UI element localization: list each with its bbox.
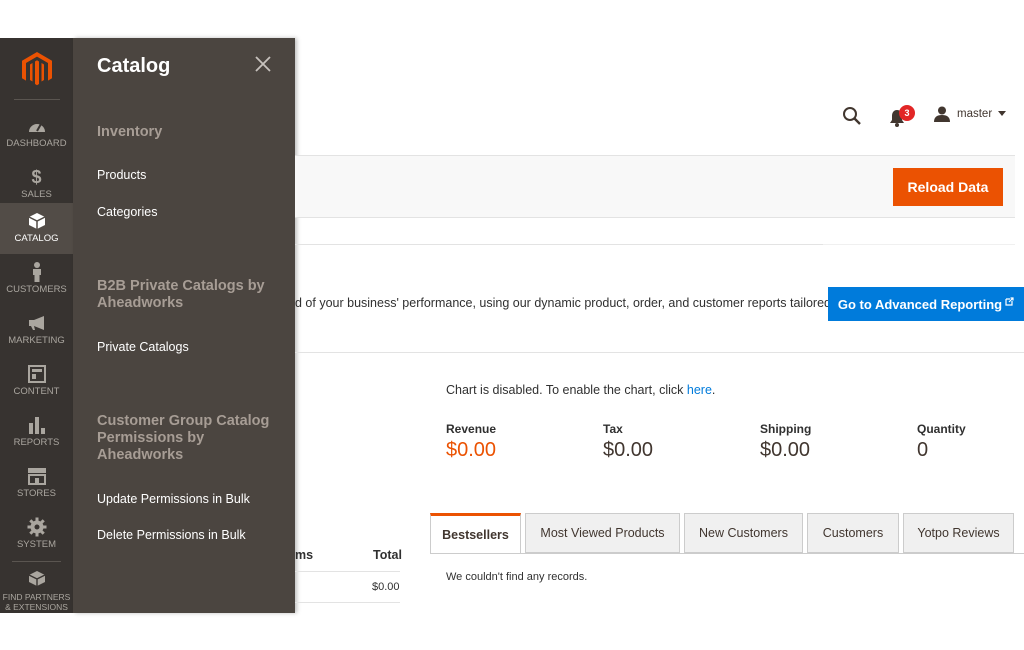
divider [823, 244, 1015, 245]
catalog-flyout-menu: Catalog Inventory Products Categories B2… [73, 38, 295, 613]
kpi-quantity: Quantity 0 [917, 422, 966, 462]
flyout-link-private-catalogs[interactable]: Private Catalogs [97, 340, 189, 354]
advanced-reporting-description: d of your business' performance, using o… [295, 296, 831, 310]
kpi-label: Revenue [446, 422, 497, 436]
nav-item-content[interactable]: CONTENT [0, 356, 73, 407]
logo-divider [14, 99, 60, 100]
nav-item-stores[interactable]: STORES [0, 458, 73, 509]
nav-item-customers[interactable]: CUSTOMERS [0, 254, 73, 305]
dashboard-icon [27, 116, 47, 136]
kpi-value: $0.00 [603, 439, 654, 461]
person-icon [27, 262, 47, 282]
kpi-value: $0.00 [760, 439, 811, 461]
nav-label: SALES [21, 189, 52, 200]
divider [295, 244, 823, 245]
table-column-header-items: ms [295, 548, 314, 562]
gear-icon [27, 517, 47, 537]
tab-customers[interactable]: Customers [807, 513, 899, 553]
admin-sidebar: DASHBOARD $ SALES CATALOG CUSTOMERS MARK… [0, 38, 73, 613]
kpi-tax: Tax $0.00 [603, 422, 653, 462]
chart-disabled-message: Chart is disabled. To enable the chart, … [446, 383, 716, 397]
kpi-shipping: Shipping $0.00 [760, 422, 811, 462]
table-divider [295, 571, 400, 572]
empty-records-message: We couldn't find any records. [446, 571, 588, 583]
nav-label: FIND PARTNERS & EXTENSIONS [2, 592, 71, 612]
kpi-label: Quantity [917, 422, 966, 436]
kpi-label: Shipping [760, 422, 812, 436]
layout-icon [27, 364, 47, 384]
nav-label: STORES [17, 488, 56, 499]
tab-bestsellers[interactable]: Bestsellers [430, 513, 521, 554]
boxes-icon [27, 569, 47, 589]
nav-item-find-partners[interactable]: FIND PARTNERS & EXTENSIONS [0, 563, 73, 613]
table-cell-total: $0.00 [372, 581, 400, 593]
box-icon [27, 211, 47, 231]
bar-chart-icon [27, 415, 47, 435]
tab-yotpo-reviews[interactable]: Yotpo Reviews [903, 513, 1014, 553]
nav-label: DASHBOARD [6, 138, 67, 149]
enable-chart-link[interactable]: here [687, 383, 712, 397]
table-column-header-total: Total [373, 548, 402, 562]
nav-label: CONTENT [13, 386, 60, 397]
kpi-revenue: Revenue $0.00 [446, 422, 496, 462]
flyout-link-products[interactable]: Products [97, 168, 146, 182]
kpi-value: $0.00 [446, 439, 497, 461]
divider [295, 352, 1024, 353]
magento-logo[interactable] [0, 38, 73, 100]
nav-item-catalog[interactable]: CATALOG [0, 203, 73, 254]
notification-count-badge: 3 [899, 105, 915, 121]
flyout-group-inventory: Inventory [97, 124, 163, 140]
nav-divider [12, 561, 61, 562]
button-label: Go to Advanced Reporting [837, 296, 1003, 312]
user-name: master [957, 108, 993, 120]
nav-item-system[interactable]: SYSTEM [0, 509, 73, 560]
external-link-icon [1005, 296, 1014, 306]
tabs-divider [430, 553, 1024, 554]
flyout-group-b2b-private-catalogs: B2B Private Catalogs by Aheadworks [97, 278, 265, 311]
flyout-link-update-permissions[interactable]: Update Permissions in Bulk [97, 492, 250, 506]
go-to-advanced-reporting-button[interactable]: Go to Advanced Reporting [828, 287, 1024, 321]
flyout-link-categories[interactable]: Categories [97, 205, 157, 219]
dollar-icon: $ [31, 166, 42, 187]
user-account-menu[interactable]: master [933, 106, 1007, 122]
tab-most-viewed-products[interactable]: Most Viewed Products [525, 513, 680, 553]
nav-label: SYSTEM [16, 539, 57, 550]
kpi-value: 0 [917, 439, 929, 461]
flyout-link-delete-permissions[interactable]: Delete Permissions in Bulk [97, 528, 246, 542]
search-icon[interactable] [842, 106, 862, 126]
user-icon [934, 106, 950, 122]
tab-new-customers[interactable]: New Customers [684, 513, 803, 553]
kpi-label: Tax [603, 422, 623, 436]
nav-item-dashboard[interactable]: DASHBOARD [0, 108, 73, 159]
megaphone-icon [27, 313, 47, 333]
nav-label: CUSTOMERS [6, 284, 67, 295]
flyout-title: Catalog [97, 55, 171, 77]
close-icon[interactable] [254, 55, 272, 73]
nav-label: CATALOG [14, 233, 59, 244]
flyout-group-catalog-permissions: Customer Group Catalog Permissions by Ah… [97, 413, 270, 463]
nav-label: MARKETING [8, 335, 65, 346]
chevron-down-icon [998, 111, 1007, 116]
magento-logo-icon [21, 51, 52, 85]
table-divider [295, 602, 400, 603]
reload-data-button[interactable]: Reload Data [893, 168, 1003, 206]
nav-item-reports[interactable]: REPORTS [0, 407, 73, 458]
nav-item-marketing[interactable]: MARKETING [0, 305, 73, 356]
nav-label: REPORTS [13, 437, 60, 448]
store-icon [27, 466, 47, 486]
